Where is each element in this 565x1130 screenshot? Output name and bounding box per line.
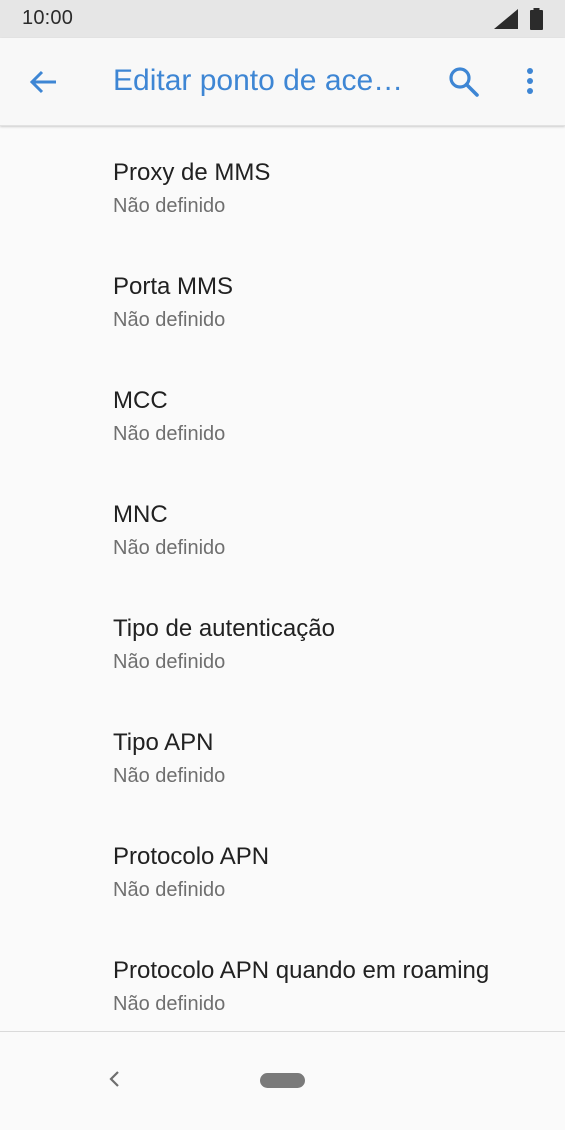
setting-title: Tipo de autenticação (113, 615, 335, 642)
nav-back-chevron-icon[interactable] (104, 1068, 126, 1090)
setting-item-tipo-apn[interactable]: Tipo APN Não definido (0, 696, 565, 810)
setting-value: Não definido (113, 651, 226, 673)
setting-item-protocolo-apn[interactable]: Protocolo APN Não definido (0, 810, 565, 924)
cell-signal-icon (494, 9, 518, 29)
setting-value: Não definido (113, 765, 226, 787)
search-icon[interactable] (447, 65, 481, 99)
page-title: Editar ponto de ace… (113, 64, 404, 97)
setting-title: MNC (113, 501, 168, 528)
setting-value: Não definido (113, 993, 226, 1015)
setting-item-mnc[interactable]: MNC Não definido (0, 468, 565, 582)
setting-value: Não definido (113, 309, 226, 331)
setting-title: MCC (113, 387, 168, 414)
home-pill-icon[interactable] (260, 1073, 305, 1088)
apn-settings-list: Proxy de MMS Não definido Porta MMS Não … (0, 126, 565, 1038)
setting-value: Não definido (113, 879, 226, 901)
battery-icon (530, 8, 543, 30)
setting-title: Proxy de MMS (113, 159, 271, 186)
setting-title: Protocolo APN quando em roaming (113, 957, 490, 984)
setting-title: Protocolo APN (113, 843, 270, 870)
setting-value: Não definido (113, 423, 226, 445)
setting-value: Não definido (113, 195, 226, 217)
setting-item-mcc[interactable]: MCC Não definido (0, 354, 565, 468)
setting-item-protocolo-apn-roaming[interactable]: Protocolo APN quando em roaming Não defi… (0, 924, 565, 1038)
more-vert-icon[interactable] (518, 66, 542, 100)
setting-item-proxy-mms[interactable]: Proxy de MMS Não definido (0, 126, 565, 240)
system-nav-bar (0, 1032, 565, 1130)
arrow-back-icon[interactable] (28, 66, 60, 98)
setting-item-porta-mms[interactable]: Porta MMS Não definido (0, 240, 565, 354)
setting-title: Porta MMS (113, 273, 234, 300)
app-bar: Editar ponto de ace… (0, 38, 565, 126)
status-time: 10:00 (22, 7, 74, 29)
setting-value: Não definido (113, 537, 226, 559)
setting-title: Tipo APN (113, 729, 214, 756)
setting-item-tipo-autenticacao[interactable]: Tipo de autenticação Não definido (0, 582, 565, 696)
status-bar: 10:00 (0, 0, 565, 38)
